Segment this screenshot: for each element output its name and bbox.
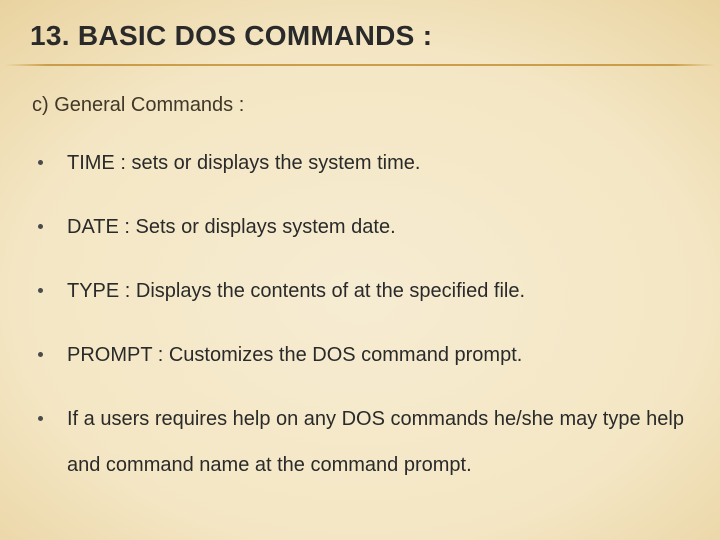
list-item: TYPE : Displays the contents of at the s… [32,268,688,314]
list-item: PROMPT : Customizes the DOS command prom… [32,332,688,378]
list-item: TIME : sets or displays the system time. [32,140,688,186]
bullet-text: TYPE : Displays the contents of at the s… [67,268,525,314]
section-subhead: c) General Commands : [32,94,244,117]
list-item: If a users requires help on any DOS comm… [32,396,688,488]
slide-title: 13. BASIC DOS COMMANDS : [30,20,690,60]
bullet-icon [38,288,43,293]
bullet-list: TIME : sets or displays the system time.… [32,140,688,506]
bullet-icon [38,224,43,229]
slide: 13. BASIC DOS COMMANDS : c) General Comm… [0,0,720,540]
bullet-text: PROMPT : Customizes the DOS command prom… [67,332,522,378]
bullet-text: TIME : sets or displays the system time. [67,140,420,186]
title-underline [5,64,715,66]
bullet-icon [38,352,43,357]
bullet-text: If a users requires help on any DOS comm… [67,396,688,488]
list-item: DATE : Sets or displays system date. [32,204,688,250]
bullet-icon [38,416,43,421]
bullet-icon [38,160,43,165]
bullet-text: DATE : Sets or displays system date. [67,204,396,250]
